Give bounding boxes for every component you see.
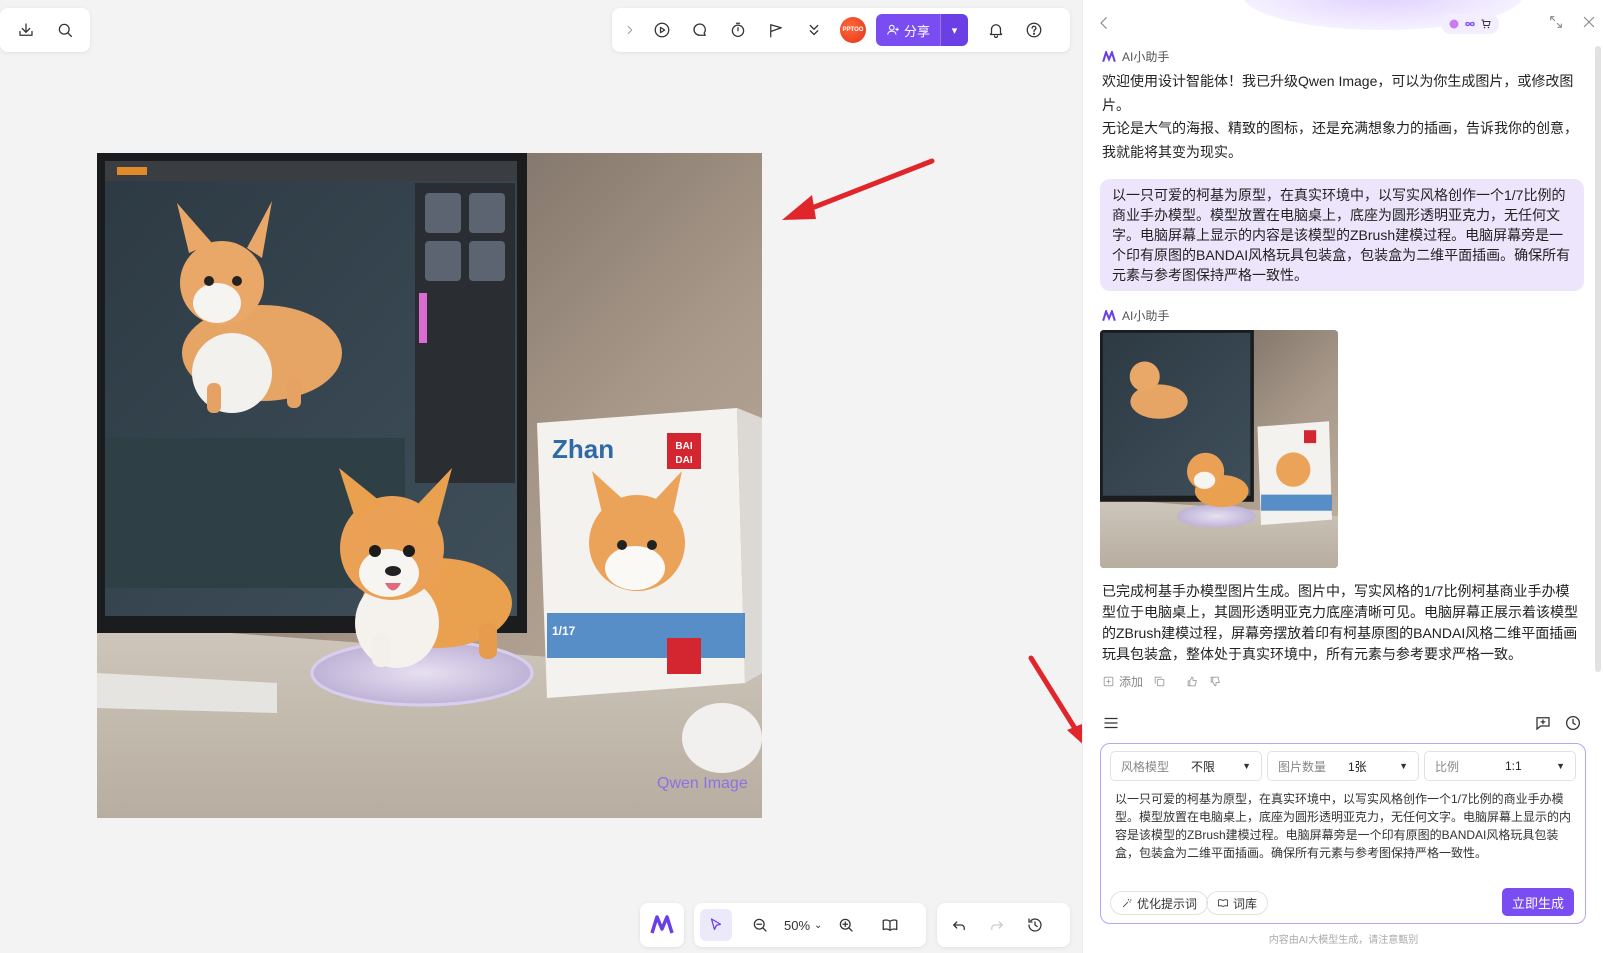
magic-wand-icon — [1122, 899, 1132, 908]
prompt-composer: 风格模型 不限 ▼ 图片数量 1张 ▼ 比例 1:1 ▼ 以一只可爱的柯基为原型… — [1100, 743, 1586, 924]
ai-disclaimer: 内容由AI大模型生成，请注意甄别 — [1268, 935, 1419, 946]
thumbs-down-icon[interactable] — [1209, 675, 1222, 688]
ai-assistant-panel: AI小助手 欢迎使用设计智能体！我已升级Qwen Image，可以为你生成图片，… — [1082, 0, 1603, 953]
assistant-name: AI小助手 — [1122, 50, 1170, 64]
word-library-button[interactable]: 词库 — [1206, 891, 1269, 915]
share-label: 分享 — [904, 23, 931, 39]
book-icon — [1218, 899, 1228, 907]
style-model-label: 风格模型 — [1121, 759, 1170, 774]
history-toolbar — [937, 903, 1070, 947]
share-button-group: 分享 ▾ — [876, 14, 969, 46]
red-arrow-icon — [782, 158, 935, 220]
svg-text:DAI: DAI — [675, 455, 692, 466]
gem-icon — [1449, 19, 1459, 29]
optimize-label: 优化提示词 — [1137, 896, 1198, 911]
message-actions: 添加 — [1102, 673, 1222, 690]
generate-button[interactable]: 立即生成 — [1502, 888, 1574, 916]
thumbs-up-icon[interactable] — [1186, 675, 1199, 688]
flag-icon[interactable] — [760, 14, 792, 46]
image-count-label: 图片数量 — [1278, 759, 1327, 774]
welcome-message: 欢迎使用设计智能体！我已升级Qwen Image，可以为你生成图片，或修改图片。… — [1102, 70, 1582, 164]
redo-icon[interactable] — [981, 909, 1013, 941]
watermark-text: Qwen Image — [657, 775, 748, 792]
aspect-ratio-label: 比例 — [1435, 759, 1460, 774]
generated-image[interactable]: Zhan BAI DAI 1/17 Qwen Image — [97, 153, 762, 818]
avatar[interactable]: PPTOO — [840, 17, 866, 43]
cart-icon — [1481, 19, 1491, 29]
ai-logo-button[interactable] — [640, 903, 684, 947]
ai-logo-icon — [1102, 50, 1116, 62]
style-model-select[interactable]: 风格模型 不限 ▼ — [1110, 751, 1262, 781]
assistant-reply: 已完成柯基手办模型图片生成。图片中，写实风格的1/7比例柯基商业手办模型位于电脑… — [1102, 583, 1578, 662]
corgi-thumbnail-scene — [1100, 330, 1338, 568]
comment-icon[interactable] — [684, 14, 716, 46]
help-icon[interactable] — [1018, 14, 1050, 46]
history-icon[interactable] — [1019, 909, 1051, 941]
style-model-value: 不限 — [1191, 759, 1216, 774]
expand-icon[interactable] — [1548, 14, 1566, 32]
user-message-bubble: 以一只可爱的柯基为原型，在真实环境中，以写实风格创作一个1/7比例的商业手办模型… — [1100, 179, 1584, 291]
play-icon[interactable] — [646, 14, 678, 46]
new-chat-icon[interactable] — [1534, 714, 1552, 735]
welcome-line-1: 欢迎使用设计智能体！我已升级Qwen Image，可以为你生成图片，或修改图片。 — [1102, 73, 1574, 113]
caret-down-icon: ▼ — [1556, 761, 1565, 771]
svg-text:BAI: BAI — [675, 441, 692, 452]
download-icon[interactable] — [10, 14, 41, 46]
select-tool-icon[interactable] — [700, 909, 732, 941]
box-brand-text: Zhan — [552, 434, 614, 464]
prompt-textarea[interactable]: 以一只可爱的柯基为原型，在真实环境中，以写实风格创作一个1/7比例的商业手办模型… — [1115, 790, 1575, 862]
close-icon[interactable] — [1581, 14, 1599, 32]
share-dropdown-caret[interactable]: ▾ — [940, 14, 969, 46]
image-count-value: 1张 — [1348, 759, 1367, 774]
assistant-tag: AI小助手 — [1102, 48, 1169, 65]
credits-pill[interactable] — [1441, 14, 1499, 34]
caret-down-icon: ▼ — [1399, 761, 1408, 771]
undo-icon[interactable] — [943, 909, 975, 941]
timer-icon[interactable] — [722, 14, 754, 46]
share-button[interactable]: 分享 — [876, 14, 941, 46]
zoom-out-icon[interactable] — [744, 909, 776, 941]
zoom-level-dropdown[interactable]: 50% ⌄ — [780, 918, 826, 933]
ai-logo-icon — [650, 915, 674, 934]
add-user-icon — [887, 24, 899, 35]
panel-header — [1083, 0, 1603, 46]
double-chevron-down-icon[interactable] — [798, 14, 830, 46]
optimize-prompt-button[interactable]: 优化提示词 — [1110, 891, 1209, 915]
aspect-ratio-value: 1:1 — [1505, 759, 1522, 773]
zoom-in-icon[interactable] — [830, 909, 862, 941]
corgi-figure-scene: Zhan BAI DAI 1/17 Qwen Image — [97, 153, 762, 818]
assistant-name: AI小助手 — [1122, 309, 1170, 323]
panel-scrollbar[interactable] — [1595, 46, 1601, 672]
image-count-select[interactable]: 图片数量 1张 ▼ — [1267, 751, 1419, 781]
aspect-ratio-select[interactable]: 比例 1:1 ▼ — [1424, 751, 1576, 781]
welcome-line-2: 无论是大气的海报、精致的图标，还是充满想象力的插画，告诉我你的创意，我就能将其变… — [1102, 120, 1578, 160]
add-to-canvas-icon — [1103, 676, 1114, 687]
assistant-tag: AI小助手 — [1102, 307, 1169, 324]
clock-icon[interactable] — [1564, 714, 1582, 735]
infinity-icon — [1465, 21, 1475, 27]
copy-icon[interactable] — [1153, 675, 1166, 688]
add-label: 添加 — [1119, 675, 1144, 689]
chevron-right-icon[interactable] — [620, 14, 640, 46]
library-label: 词库 — [1233, 896, 1258, 911]
composer-toolbar — [1102, 712, 1582, 736]
add-button[interactable]: 添加 — [1102, 673, 1143, 690]
generated-image-thumbnail[interactable] — [1100, 330, 1338, 568]
zoom-level: 50% — [784, 917, 811, 933]
bell-icon[interactable] — [980, 14, 1012, 46]
design-canvas[interactable]: PPTOO 分享 ▾ Zhan BAI DAI 1/17 Qwen Image … — [0, 0, 1087, 953]
back-arrow-icon[interactable] — [1095, 14, 1113, 32]
chevron-down-icon: ⌄ — [814, 919, 823, 931]
top-left-toolbar — [0, 8, 90, 52]
search-icon[interactable] — [49, 14, 80, 46]
zoom-toolbar: 50% ⌄ — [694, 903, 926, 947]
ai-logo-icon — [1102, 309, 1116, 321]
book-icon[interactable] — [874, 909, 906, 941]
menu-icon[interactable] — [1102, 714, 1120, 735]
top-right-toolbar: PPTOO 分享 ▾ — [612, 8, 1070, 52]
box-scale-text: 1/17 — [552, 624, 576, 638]
caret-down-icon: ▼ — [1242, 761, 1251, 771]
